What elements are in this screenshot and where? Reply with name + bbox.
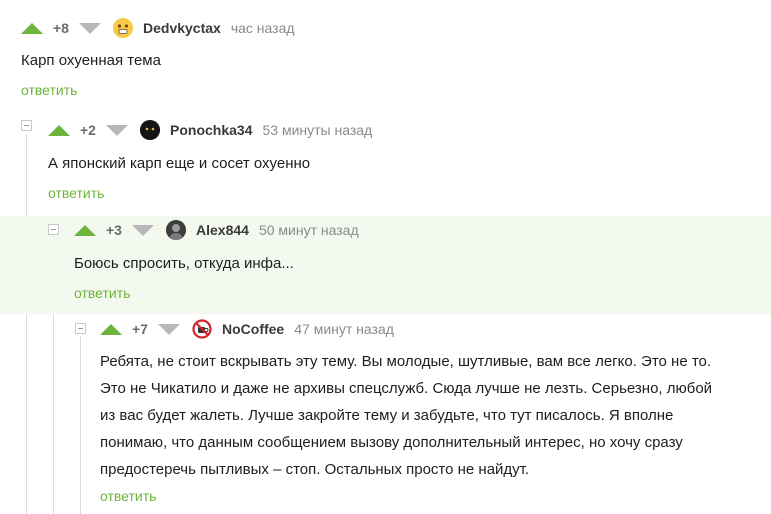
comment-time[interactable]: 53 минуты назад [262,122,372,138]
comment-text-line: из вас будет жалеть. Лучше закройте тему… [100,407,674,424]
comment-rating: +2 [80,122,96,138]
downvote-icon[interactable] [79,22,101,34]
downvote-icon[interactable] [106,124,128,136]
comment-nocoffee: +7 NoCoffee 47 минут назад Ребята, не ст… [0,314,771,514]
comment-rating: +3 [106,222,122,238]
comment-author[interactable]: Ponochka34 [170,122,252,138]
comment-header: +3 Alex844 50 минут назад [74,218,359,242]
upvote-icon[interactable] [48,124,70,136]
avatar[interactable] [192,319,212,339]
comment-dedvkyctax: +8 Dedvkyctax час назад Карп охуенная те… [0,0,771,105]
comment-text: А японский карп еще и сосет охуенно [48,155,311,172]
comment-author[interactable]: Alex844 [196,222,249,238]
black-cat-icon [140,120,160,140]
reply-link[interactable]: ответить [100,488,156,504]
reply-link[interactable]: ответить [21,82,77,98]
comment-text-line: предостеречь пытливых – стоп. Остальных … [100,461,530,478]
upvote-icon[interactable] [21,22,43,34]
collapse-toggle[interactable] [48,224,59,235]
downvote-icon[interactable] [158,323,180,335]
comment-text-line: Это не Чикатило и даже не архивы спецслу… [100,380,713,397]
comment-alex844: +3 Alex844 50 минут назад Боюсь спросить… [0,216,771,314]
downvote-icon[interactable] [132,224,154,236]
avatar[interactable] [166,220,186,240]
upvote-icon[interactable] [74,224,96,236]
comment-header: +8 Dedvkyctax час назад [21,16,295,40]
comment-text-line: Ребята, не стоит вскрывать эту тему. Вы … [100,353,712,370]
no-coffee-icon [192,319,212,339]
yellow-emoji-icon [113,18,133,38]
reply-link[interactable]: ответить [48,185,104,201]
upvote-icon[interactable] [100,323,122,335]
comment-time[interactable]: 47 минут назад [294,321,394,337]
comment-rating: +7 [132,321,148,337]
comment-text-line: понимаю, что данным сообщением вызову до… [100,434,683,451]
grey-photo-icon [166,220,186,240]
avatar[interactable] [113,18,133,38]
comment-author[interactable]: NoCoffee [222,321,284,337]
comment-header: +7 NoCoffee 47 минут назад [100,317,394,341]
comment-time[interactable]: час назад [231,20,295,36]
comment-rating: +8 [53,20,69,36]
comment-text: Ребята, не стоит вскрывать эту тему. Вы … [100,348,712,483]
comment-text: Карп охуенная тема [21,52,161,69]
avatar[interactable] [140,120,160,140]
reply-link[interactable]: ответить [74,285,130,301]
comment-header: +2 Ponochka34 53 минуты назад [48,118,372,142]
comment-time[interactable]: 50 минут назад [259,222,359,238]
comment-ponochka34: +2 Ponochka34 53 минуты назад А японский… [0,108,771,216]
collapse-toggle[interactable] [75,323,86,334]
comment-text: Боюсь спросить, откуда инфа... [74,255,294,272]
comment-author[interactable]: Dedvkyctax [143,20,221,36]
collapse-toggle[interactable] [21,120,32,131]
